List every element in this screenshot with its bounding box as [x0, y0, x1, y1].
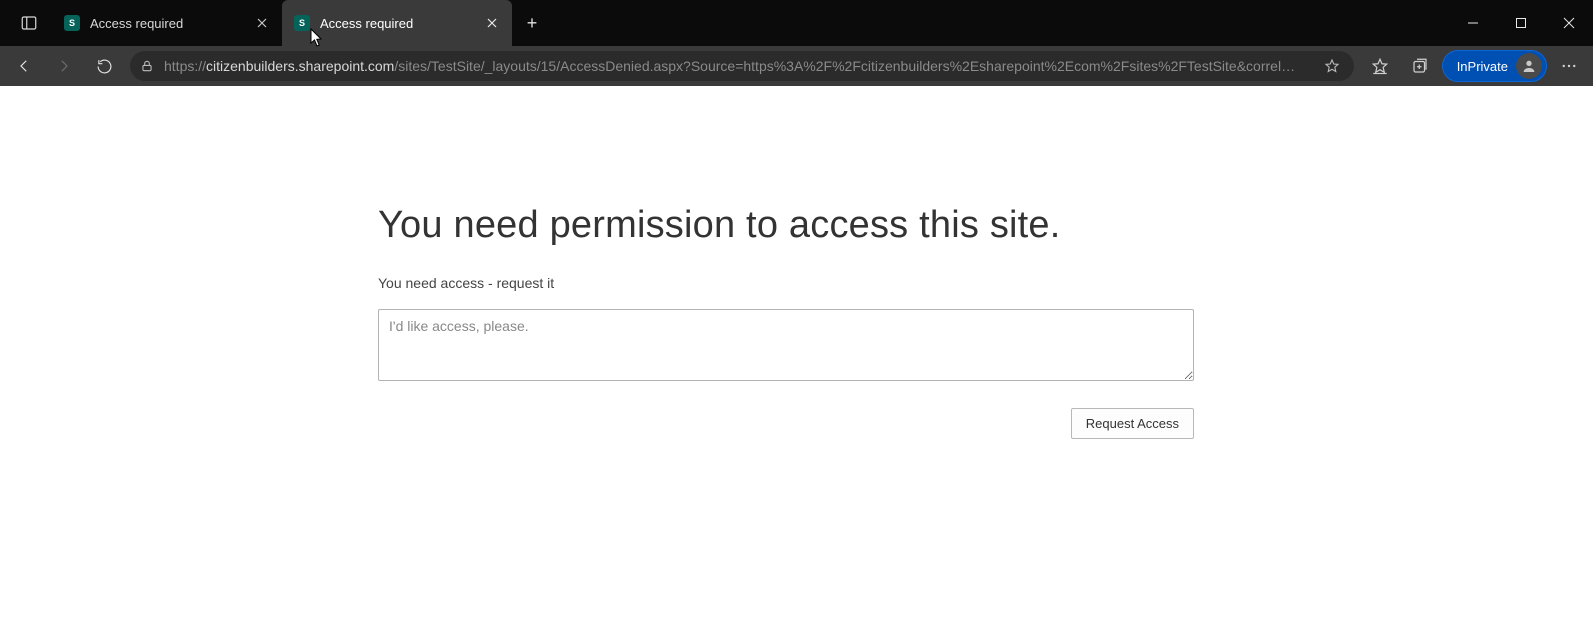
close-window-button[interactable] — [1545, 0, 1593, 46]
settings-menu-button[interactable] — [1551, 50, 1587, 82]
window-controls — [1449, 0, 1593, 46]
close-icon[interactable] — [484, 15, 500, 31]
address-bar[interactable]: https://citizenbuilders.sharepoint.com/s… — [130, 51, 1354, 81]
browser-title-bar: S Access required S Access required + — [0, 0, 1593, 46]
close-icon[interactable] — [254, 15, 270, 31]
page-subtitle: You need access - request it — [378, 275, 1194, 291]
sharepoint-icon: S — [294, 15, 310, 31]
tab-label: Access required — [90, 16, 244, 31]
inprivate-indicator[interactable]: InPrivate — [1442, 50, 1547, 82]
inprivate-label: InPrivate — [1457, 59, 1508, 74]
url-text: https://citizenbuilders.sharepoint.com/s… — [164, 58, 1310, 74]
maximize-button[interactable] — [1497, 0, 1545, 46]
minimize-button[interactable] — [1449, 0, 1497, 46]
tab-access-required-1[interactable]: S Access required — [52, 0, 282, 46]
favorites-button[interactable] — [1362, 50, 1398, 82]
tab-label: Access required — [320, 16, 474, 31]
lock-icon — [140, 59, 154, 73]
profile-avatar-icon — [1516, 53, 1542, 79]
page-content: You need permission to access this site.… — [0, 86, 1593, 621]
tab-access-required-2[interactable]: S Access required — [282, 0, 512, 46]
favorite-button[interactable] — [1320, 58, 1344, 74]
browser-toolbar: https://citizenbuilders.sharepoint.com/s… — [0, 46, 1593, 86]
back-button[interactable] — [6, 50, 42, 82]
page-title: You need permission to access this site. — [378, 204, 1194, 247]
sharepoint-icon: S — [64, 15, 80, 31]
new-tab-button[interactable]: + — [512, 0, 552, 46]
refresh-button[interactable] — [86, 50, 122, 82]
forward-button[interactable] — [46, 50, 82, 82]
collections-button[interactable] — [1402, 50, 1438, 82]
access-request-textarea[interactable] — [378, 309, 1194, 381]
tab-actions-button[interactable] — [12, 0, 46, 46]
request-access-button[interactable]: Request Access — [1071, 408, 1194, 439]
